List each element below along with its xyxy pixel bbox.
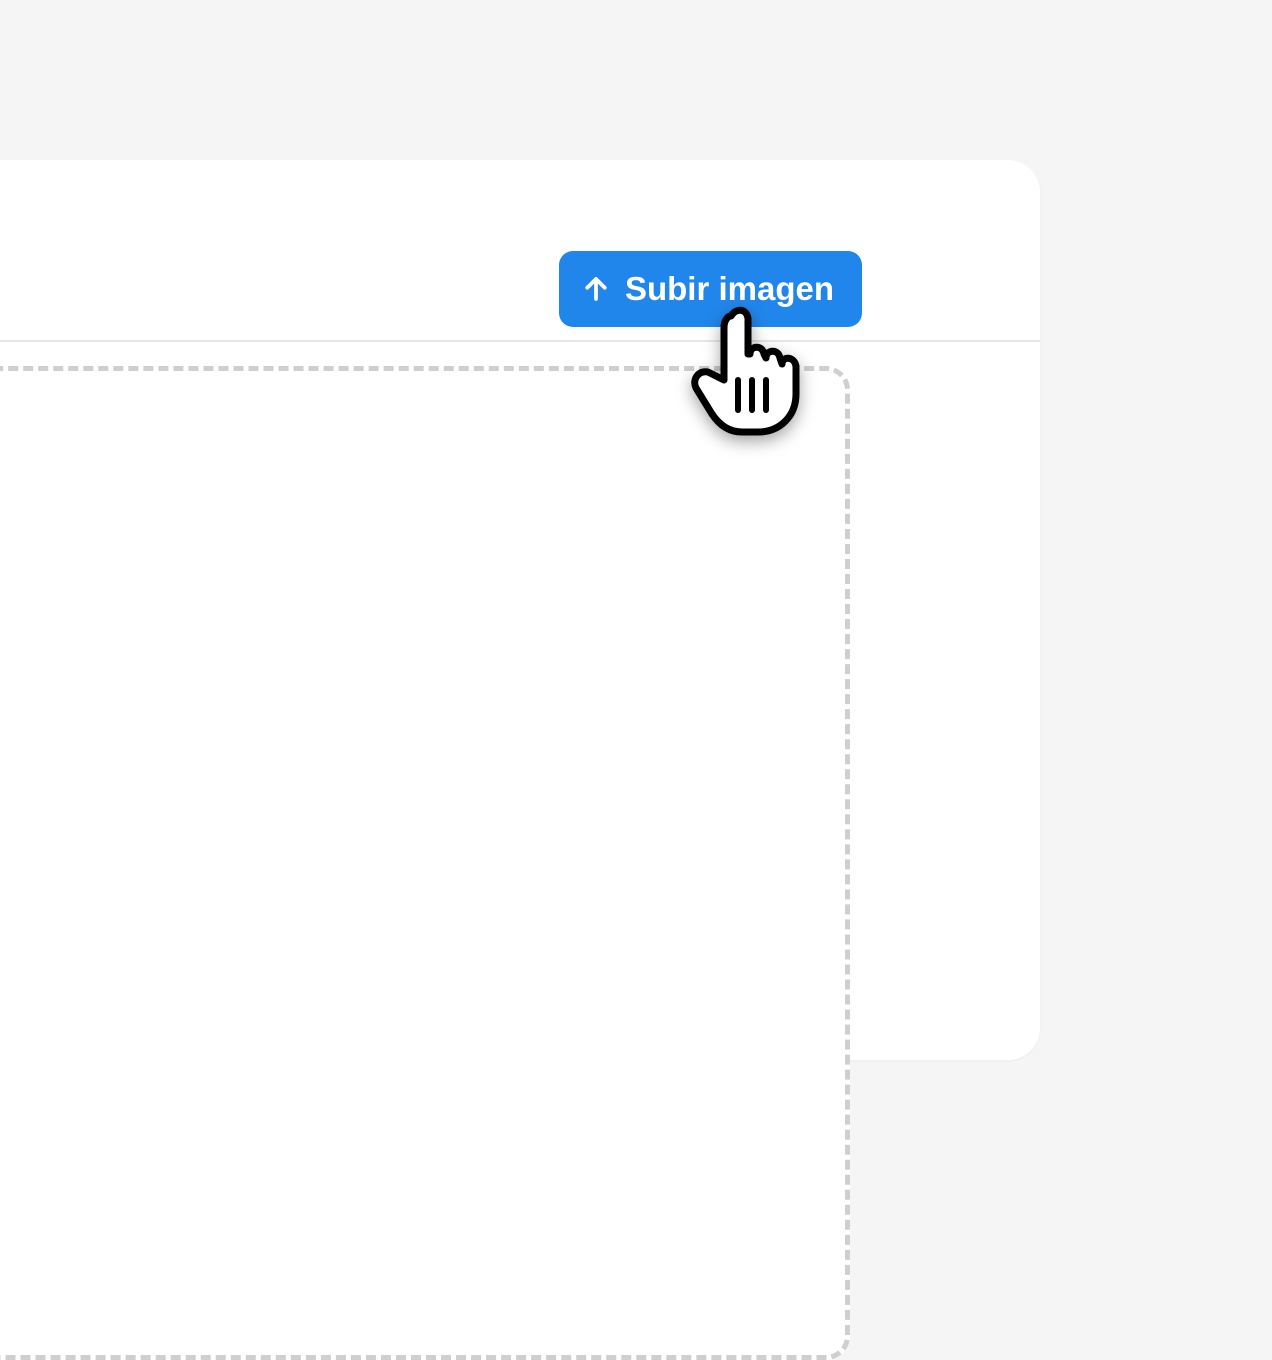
panel-header: Subir imagen — [0, 160, 1040, 342]
arrow-up-icon — [581, 274, 611, 304]
image-dropzone[interactable] — [0, 366, 850, 1360]
upload-panel: Subir imagen — [0, 160, 1040, 1060]
upload-image-button[interactable]: Subir imagen — [559, 251, 862, 327]
upload-button-label: Subir imagen — [625, 270, 834, 308]
